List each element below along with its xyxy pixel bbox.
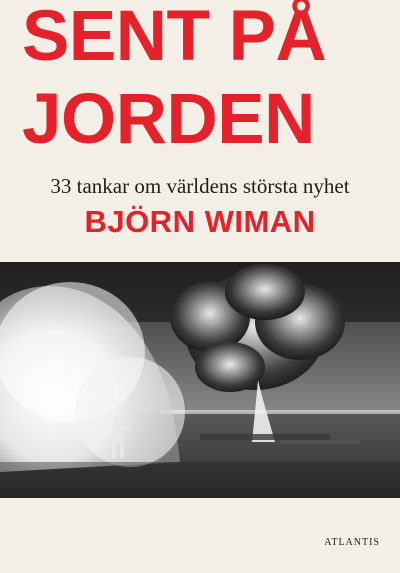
publisher-logo: ATLANTIS [324, 537, 380, 548]
title-line-2: JORDEN [22, 80, 315, 159]
title-line-1: SENT PÅ [22, 0, 327, 76]
subtitle: 33 tankar om världens största nyhet [50, 174, 350, 198]
book-cover: SENT PÅ JORDEN 33 tankar om världens stö… [0, 0, 400, 573]
author-name: BJÖRN WIMAN [84, 204, 316, 239]
cover-photo [0, 262, 400, 498]
